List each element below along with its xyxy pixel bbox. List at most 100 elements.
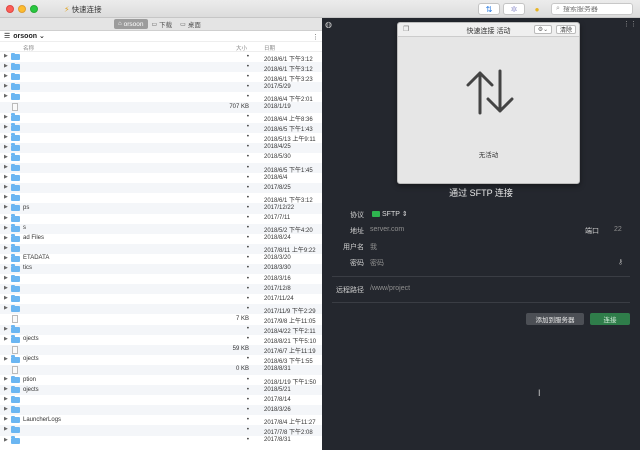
- remote-path-input[interactable]: /www/project: [370, 285, 410, 292]
- close-window-button[interactable]: [6, 5, 14, 13]
- column-name[interactable]: 名称: [23, 44, 34, 52]
- table-row[interactable]: 707 KB 2018/1/19: [0, 102, 322, 113]
- crumb-home[interactable]: ⌂ orsoon: [114, 19, 148, 29]
- table-row[interactable]: ▶ • 2018/6/1 下午3:12: [0, 193, 322, 204]
- table-row[interactable]: ▶ • 2017/11/24: [0, 294, 322, 304]
- table-row[interactable]: ▶ • 2017/8/31: [0, 436, 322, 446]
- disclosure-triangle-icon[interactable]: ▶: [4, 154, 8, 160]
- table-row[interactable]: ▶ • 2018/6/5 下午1:45: [0, 163, 322, 174]
- table-row[interactable]: ▶ ad Files • 2018/8/24: [0, 234, 322, 244]
- disclosure-triangle-icon[interactable]: ▶: [4, 386, 8, 392]
- globe-icon[interactable]: ◍: [325, 20, 332, 29]
- table-row[interactable]: ▶ LauncherLogs • 2017/8/4 上午11:27: [0, 415, 322, 426]
- sync-button[interactable]: ✲: [503, 3, 525, 15]
- table-row[interactable]: ▶ ojects • 2018/8/21 下午5:10: [0, 335, 322, 345]
- disclosure-triangle-icon[interactable]: ▶: [4, 194, 8, 200]
- table-row[interactable]: ▶ s • 2018/5/2 下午4:20: [0, 223, 322, 234]
- disclosure-triangle-icon[interactable]: ▶: [4, 204, 8, 210]
- column-size[interactable]: 大小: [236, 44, 247, 52]
- connect-button[interactable]: 连接: [590, 313, 630, 325]
- disclosure-triangle-icon[interactable]: ▶: [4, 396, 8, 402]
- disclosure-triangle-icon[interactable]: ▶: [4, 83, 8, 89]
- table-row[interactable]: ▶ • 2017/12/8: [0, 284, 322, 295]
- table-row[interactable]: ▶ • 2018/6/1 下午3:23: [0, 72, 322, 83]
- table-row[interactable]: ▶ • 2018/4/22 下午2:11: [0, 324, 322, 335]
- key-icon[interactable]: ⚷: [618, 258, 623, 266]
- sidebar-toggle-icon[interactable]: ☰: [4, 32, 10, 40]
- disclosure-triangle-icon[interactable]: ▶: [4, 376, 8, 382]
- port-input[interactable]: 22: [614, 226, 622, 233]
- table-row[interactable]: ▶ • 2017/8/14: [0, 395, 322, 405]
- disclosure-triangle-icon[interactable]: ▶: [4, 235, 8, 241]
- disclosure-triangle-icon[interactable]: ▶: [4, 93, 8, 99]
- disclosure-triangle-icon[interactable]: ▶: [4, 406, 8, 412]
- pro-button[interactable]: ●: [530, 3, 544, 15]
- add-to-servers-button[interactable]: 添加到服务器: [526, 313, 584, 325]
- table-row[interactable]: ▶ • 2018/6/4 上午8:36: [0, 113, 322, 123]
- crumb-downloads[interactable]: ▭ 下载: [148, 19, 177, 30]
- address-input[interactable]: server.com: [370, 226, 404, 233]
- crumb-desktop[interactable]: ▭ 桌面: [176, 19, 205, 30]
- table-row[interactable]: ▶ • 2018/4/25: [0, 142, 322, 153]
- disclosure-triangle-icon[interactable]: ▶: [4, 144, 8, 150]
- table-row[interactable]: ▶ • 2017/7/8 下午2:08: [0, 425, 322, 436]
- table-row[interactable]: ▶ • 2018/3/16: [0, 274, 322, 284]
- table-row[interactable]: ▶ • 2018/6/1 下午3:12: [0, 52, 322, 63]
- table-row[interactable]: ▶ • 2018/3/26: [0, 405, 322, 416]
- transfers-button[interactable]: ⇅: [478, 3, 500, 15]
- table-row[interactable]: ▶ • 2018/6/4: [0, 173, 322, 183]
- search-input[interactable]: [562, 5, 627, 13]
- table-row[interactable]: ▶ • 2017/5/29: [0, 82, 322, 93]
- disclosure-triangle-icon[interactable]: ▶: [4, 437, 8, 443]
- table-row[interactable]: ▶ • 2017/8/11 上午9:22: [0, 243, 322, 254]
- column-date[interactable]: 日期: [264, 44, 275, 52]
- clear-button[interactable]: 清除: [556, 25, 576, 34]
- disclosure-triangle-icon[interactable]: ▶: [4, 124, 8, 130]
- table-row[interactable]: 59 KB 2017/6/7 上午11:19: [0, 344, 322, 355]
- disclosure-triangle-icon[interactable]: ▶: [4, 53, 8, 59]
- disclosure-triangle-icon[interactable]: ▶: [4, 336, 8, 342]
- table-row[interactable]: ▶ • 2018/6/1 下午3:12: [0, 62, 322, 73]
- table-row[interactable]: ▶ • 2017/8/25: [0, 183, 322, 194]
- disclosure-triangle-icon[interactable]: ▶: [4, 426, 8, 432]
- disclosure-triangle-icon[interactable]: ▶: [4, 134, 8, 140]
- table-row[interactable]: ▶ • 2018/5/13 上午9:11: [0, 133, 322, 143]
- zoom-window-button[interactable]: [30, 5, 38, 13]
- disclosure-triangle-icon[interactable]: ▶: [4, 184, 8, 190]
- minimize-window-button[interactable]: [18, 5, 26, 13]
- view-options-icon[interactable]: ⋮⋮: [623, 20, 637, 28]
- password-input[interactable]: 密码: [370, 258, 384, 268]
- disclosure-triangle-icon[interactable]: ▶: [4, 416, 8, 422]
- disclosure-triangle-icon[interactable]: ▶: [4, 73, 8, 79]
- disclosure-triangle-icon[interactable]: ▶: [4, 63, 8, 69]
- disclosure-triangle-icon[interactable]: ▶: [4, 225, 8, 231]
- activity-settings-button[interactable]: ⚙⌄: [534, 25, 552, 34]
- disclosure-triangle-icon[interactable]: ▶: [4, 245, 8, 251]
- table-row[interactable]: ▶ tics • 2018/3/30: [0, 263, 322, 275]
- disclosure-triangle-icon[interactable]: ▶: [4, 164, 8, 170]
- table-row[interactable]: ▶ ojects • 2018/6/3 下午1:55: [0, 355, 322, 365]
- table-row[interactable]: ▶ • 2017/7/11: [0, 214, 322, 224]
- disclosure-triangle-icon[interactable]: ▶: [4, 305, 8, 311]
- table-row[interactable]: ▶ • 2018/6/4 下午2:01: [0, 92, 322, 103]
- disclosure-triangle-icon[interactable]: ▶: [4, 295, 8, 301]
- table-row[interactable]: 0 KB 2018/8/31: [0, 364, 322, 375]
- table-row[interactable]: ▶ ETADATA • 2018/3/20: [0, 254, 322, 264]
- disclosure-triangle-icon[interactable]: ▶: [4, 265, 8, 271]
- table-row[interactable]: ▶ • 2018/5/30: [0, 153, 322, 163]
- table-row[interactable]: ▶ • 2018/6/5 下午1:43: [0, 122, 322, 133]
- username-input[interactable]: 我: [370, 242, 377, 252]
- table-row[interactable]: ▶ ps • 2017/12/22: [0, 203, 322, 214]
- table-row[interactable]: 7 KB 2017/9/8 上午11:05: [0, 314, 322, 325]
- search-box[interactable]: ⌕: [551, 3, 633, 15]
- protocol-select[interactable]: SFTP ⇕: [372, 210, 408, 218]
- table-row[interactable]: ▶ ption • 2018/1/19 下午1:50: [0, 375, 322, 386]
- table-row[interactable]: ▶ • 2017/11/9 下午2:29: [0, 304, 322, 315]
- disclosure-triangle-icon[interactable]: ▶: [4, 275, 8, 281]
- disclosure-triangle-icon[interactable]: ▶: [4, 285, 8, 291]
- disclosure-triangle-icon[interactable]: ▶: [4, 255, 8, 261]
- disclosure-triangle-icon[interactable]: ▶: [4, 356, 8, 362]
- disclosure-triangle-icon[interactable]: ▶: [4, 114, 8, 120]
- table-row[interactable]: ▶ ojects • 2018/5/21: [0, 385, 322, 396]
- location-selector[interactable]: orsoon ⌄: [13, 32, 45, 40]
